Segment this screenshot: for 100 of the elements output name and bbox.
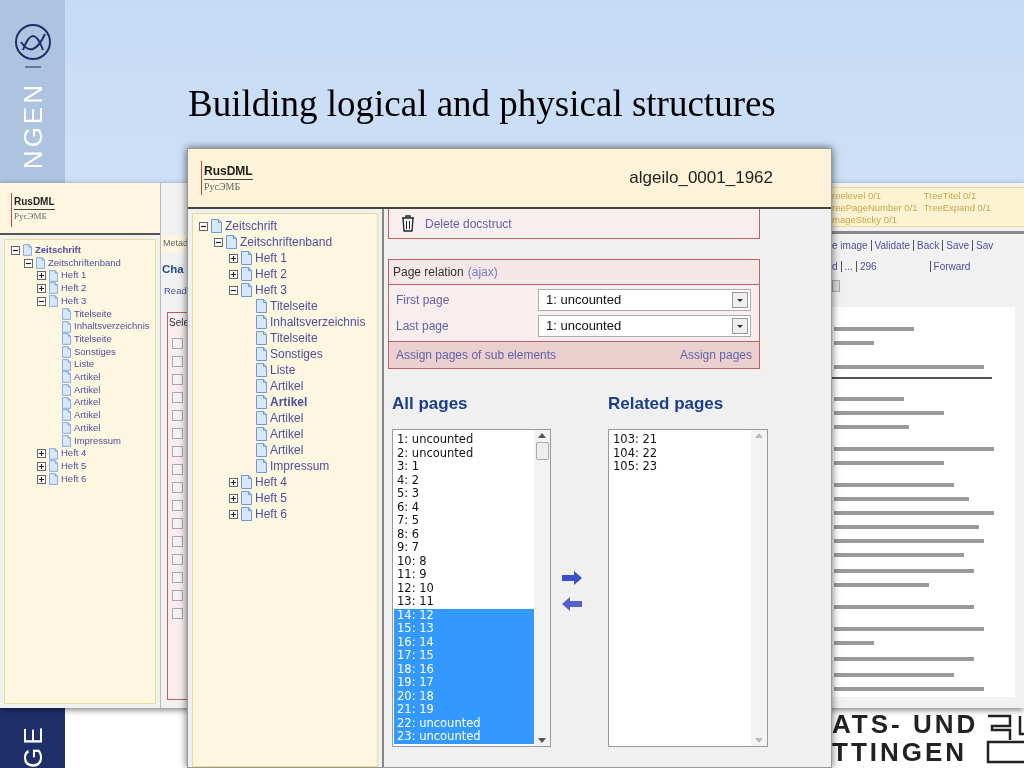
tree-item[interactable]: Heft 2 [61,282,87,295]
checkbox[interactable] [172,518,183,529]
collapse-icon[interactable] [11,245,20,255]
move-right-button[interactable] [560,570,583,586]
checkbox[interactable] [172,482,183,493]
tree-item[interactable]: Artikel [270,378,304,394]
checkbox[interactable] [172,428,183,439]
tree-item[interactable]: Artikel [270,394,308,410]
checkbox[interactable] [172,608,183,619]
scrollbar[interactable] [534,430,550,746]
list-option[interactable]: 11: 9 [394,568,534,582]
tree-item[interactable]: Heft 6 [61,472,87,486]
page-input[interactable] [832,280,840,292]
checkbox[interactable] [172,572,183,583]
collapse-icon[interactable] [24,258,33,268]
list-option[interactable]: 104: 22 [613,446,751,460]
tree-item[interactable]: Impressum [270,458,330,474]
checkbox[interactable] [172,500,183,511]
checkbox[interactable] [172,374,183,385]
tree-item[interactable]: Heft 6 [255,506,287,522]
list-option[interactable]: 8: 6 [394,527,534,541]
tree-item[interactable]: Heft 4 [61,447,87,460]
tree-item[interactable]: Zeitschrift [225,218,277,234]
page-link[interactable]: d [832,259,838,274]
tree-item[interactable]: Liste [74,358,95,372]
tree-item[interactable]: Artikel [270,426,304,442]
list-option[interactable]: 12: 10 [394,581,534,595]
tree-item[interactable]: Titelseite [270,298,318,314]
scroll-down-icon[interactable] [538,738,546,743]
checkbox[interactable] [172,338,183,349]
page-link[interactable]: ... [844,259,853,274]
list-option[interactable]: 103: 21 [613,433,751,447]
tree-item[interactable]: Sonstiges [74,345,116,359]
collapse-icon[interactable] [37,296,46,306]
tree-item[interactable]: Heft 3 [255,282,287,298]
checkbox[interactable] [172,554,183,565]
tree-item[interactable]: Artikel [270,442,304,458]
tree-item[interactable]: Artikel [270,410,304,426]
assign-sub-link[interactable]: Assign pages of sub elements [396,346,557,364]
checkbox[interactable] [172,446,183,457]
tree-item[interactable]: Heft 5 [255,490,287,506]
expand-icon[interactable] [229,493,238,503]
list-option[interactable]: 10: 8 [394,554,534,568]
tree-item[interactable]: Heft 5 [61,459,87,473]
forward-link[interactable]: Forward [933,259,971,274]
delete-link[interactable]: Delete docstruct [425,214,512,233]
expand-icon[interactable] [229,509,238,519]
assign-link[interactable]: Assign pages [679,346,752,364]
expand-icon[interactable] [37,474,46,484]
action-link[interactable]: Back [917,238,940,253]
expand-icon[interactable] [229,269,238,279]
tree-item[interactable]: Impressum [74,434,121,448]
tree-item[interactable]: Inhaltsverzeichnis [270,314,366,330]
tree-item[interactable]: Titelseite [270,330,318,346]
tree-item[interactable]: Heft 3 [61,294,87,308]
list-option[interactable]: 9: 7 [394,541,534,555]
tree-item[interactable]: Zeitschrift [35,244,81,257]
expand-icon[interactable] [229,253,238,263]
tree-item[interactable]: Heft 2 [255,266,287,282]
list-option[interactable]: 5: 3 [394,487,534,501]
collapse-icon[interactable] [214,237,223,247]
tree-item[interactable]: Artikel [74,409,101,422]
expand-icon[interactable] [37,461,46,471]
tree-item[interactable]: Titelseite [74,307,112,321]
tree-item[interactable]: Heft 1 [61,269,87,283]
tree-item[interactable]: Heft 4 [255,474,287,490]
tree-item[interactable]: Artikel [74,383,101,397]
tree-item[interactable]: Liste [270,362,296,378]
checkbox[interactable] [172,590,183,601]
expand-icon[interactable] [37,271,46,281]
read-link[interactable]: Read [161,277,190,298]
expand-icon[interactable] [37,449,46,459]
all-pages-list[interactable]: 1: uncounted 2: uncounted 3: 1 4: 2 5: 3 6: 4 7: 5 8: 6 9: 7 10: 8 11: 9 12: 10 13: 11 14: 12 15: 13 16: 14 17: 15 18: 16 19: 17 20: 18 21: 19 22: uncounted 23: uncounted [392,429,551,747]
expand-icon[interactable] [37,283,46,293]
page-select[interactable]: 1: uncounted [538,315,751,337]
action-link[interactable]: Sav [976,238,994,253]
scroll-thumb[interactable] [535,442,549,460]
checkbox[interactable] [172,536,183,547]
list-option[interactable]: 2: uncounted [394,446,534,460]
checkbox[interactable] [172,410,183,421]
list-option[interactable]: 105: 23 [613,460,751,474]
tree-item[interactable]: Zeitschriftenband [48,256,121,270]
scroll-up-icon[interactable] [538,433,546,438]
tree-item[interactable]: Artikel [74,371,101,384]
expand-icon[interactable] [229,477,238,487]
checkbox[interactable] [172,356,183,367]
related-pages-list[interactable]: 103: 21 104: 22 105: 23 [608,429,768,747]
tree-item[interactable]: Titelseite [74,332,112,346]
list-option[interactable]: 1: uncounted [394,433,534,447]
tree-item[interactable]: Heft 1 [255,250,287,266]
tree-item[interactable]: Sonstiges [270,346,323,362]
page-link[interactable]: 296 [859,259,877,274]
action-link[interactable]: Validate [874,238,910,253]
page-select[interactable]: 1: uncounted [538,289,751,311]
checkbox[interactable] [172,392,183,403]
list-option[interactable]: 13: 11 [394,595,534,609]
trash-icon[interactable] [401,215,415,232]
action-link[interactable]: Save [946,238,969,253]
move-left-button[interactable] [560,596,583,612]
tree-item[interactable]: Artikel [74,396,101,410]
